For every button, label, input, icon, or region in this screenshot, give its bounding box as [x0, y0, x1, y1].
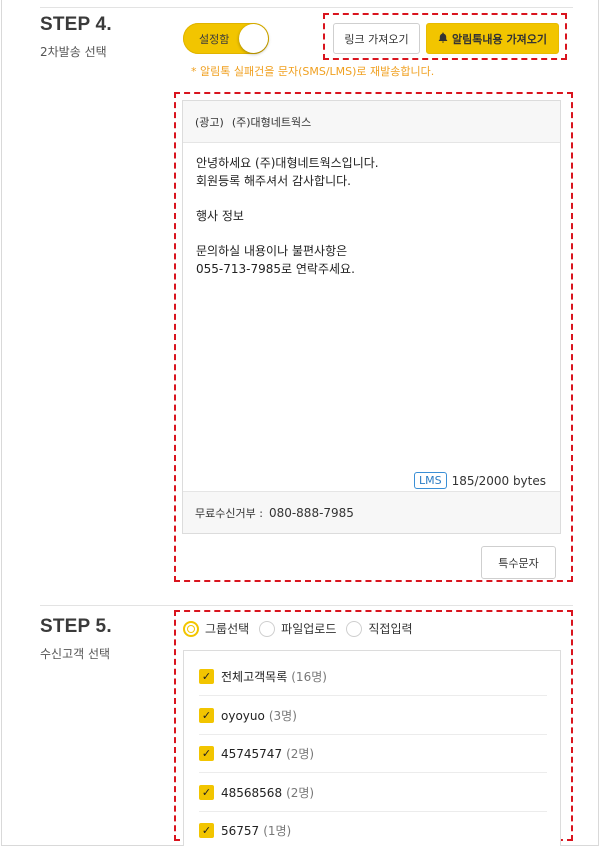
- recipient-mode-radios: 그룹선택 파일업로드 직접입력: [183, 620, 423, 637]
- optout-footer: 무료수신거부 : 080-888-7985: [183, 491, 560, 533]
- checkbox-checked-icon[interactable]: ✓: [199, 708, 214, 723]
- group-count: (1명): [263, 824, 292, 838]
- alimtalk-import-label: 알림톡내용 가져오기: [452, 32, 547, 46]
- group-row[interactable]: ✓ 45745747 (2명): [199, 735, 547, 773]
- special-char-button[interactable]: 특수문자: [481, 546, 556, 579]
- toggle-knob: [239, 24, 268, 53]
- radio-label: 직접입력: [368, 622, 413, 636]
- group-name: 45745747: [221, 746, 283, 761]
- group-row[interactable]: ✓ 48568568 (2명): [199, 774, 547, 812]
- byte-count: 185/2000 bytes: [451, 473, 546, 488]
- group-count: (16명): [291, 670, 327, 684]
- group-name: 56757: [221, 823, 260, 838]
- radio-button[interactable]: [183, 620, 199, 637]
- group-name: oyoyuo: [221, 708, 265, 723]
- group-row[interactable]: ✓ 전체고객목록 (16명): [199, 658, 547, 696]
- radio-label: 그룹선택: [205, 622, 250, 636]
- radio-button[interactable]: [346, 620, 363, 637]
- radio-label: 파일업로드: [281, 622, 337, 636]
- message-editor: (광고) (주)대형네트웍스 안녕하세요 (주)대형네트웍스입니다. 회원등록 …: [182, 100, 561, 534]
- step5-title: STEP 5.: [40, 616, 112, 637]
- checkbox-checked-icon[interactable]: ✓: [199, 785, 214, 800]
- link-import-button[interactable]: 링크 가져오기: [333, 23, 420, 54]
- message-header: (광고) (주)대형네트웍스: [183, 101, 560, 143]
- step5-divider: [40, 605, 573, 606]
- radio-button[interactable]: [259, 620, 276, 637]
- step4-subtitle: 2차발송 선택: [40, 45, 107, 59]
- byte-counter: LMS 185/2000 bytes: [414, 472, 546, 489]
- group-row[interactable]: ✓ oyoyuo (3명): [199, 697, 547, 735]
- radio-direct-input[interactable]: 직접입력: [346, 620, 413, 637]
- checkbox-checked-icon[interactable]: ✓: [199, 823, 214, 838]
- group-row[interactable]: ✓ 56757 (1명): [199, 812, 547, 846]
- step4-title: STEP 4.: [40, 14, 112, 35]
- second-send-toggle[interactable]: 설정함: [183, 23, 269, 54]
- special-char-label: 특수문자: [498, 556, 539, 570]
- group-name: 전체고객목록: [221, 670, 288, 684]
- group-name: 48568568: [221, 785, 283, 800]
- group-count: (2명): [286, 747, 315, 761]
- checkbox-checked-icon[interactable]: ✓: [199, 669, 214, 684]
- message-type-badge: LMS: [414, 472, 447, 489]
- message-body-textarea[interactable]: 안녕하세요 (주)대형네트웍스입니다. 회원등록 해주셔서 감사합니다. 행사 …: [183, 143, 560, 463]
- step5-subtitle: 수신고객 선택: [40, 647, 111, 661]
- resend-notice: * 알림톡 실패건을 문자(SMS/LMS)로 재발송합니다.: [191, 65, 435, 78]
- checkbox-checked-icon[interactable]: ✓: [199, 746, 214, 761]
- link-import-label: 링크 가져오기: [344, 32, 409, 46]
- group-count: (2명): [286, 786, 315, 800]
- radio-file-upload[interactable]: 파일업로드: [259, 620, 336, 637]
- radio-group-select[interactable]: 그룹선택: [183, 620, 249, 637]
- group-count: (3명): [268, 709, 297, 723]
- bell-icon: [438, 32, 448, 46]
- optout-number: 080-888-7985: [268, 505, 354, 520]
- optout-label: 무료수신거부 :: [195, 506, 263, 520]
- top-divider: [40, 7, 573, 8]
- group-list: ✓ 전체고객목록 (16명) ✓ oyoyuo (3명) ✓ 45745747 …: [183, 650, 561, 846]
- ad-tag: (광고): [195, 115, 224, 129]
- toggle-label: 설정함: [199, 33, 230, 46]
- alimtalk-import-button[interactable]: 알림톡내용 가져오기: [426, 23, 559, 54]
- sender-company: (주)대형네트웍스: [231, 115, 312, 129]
